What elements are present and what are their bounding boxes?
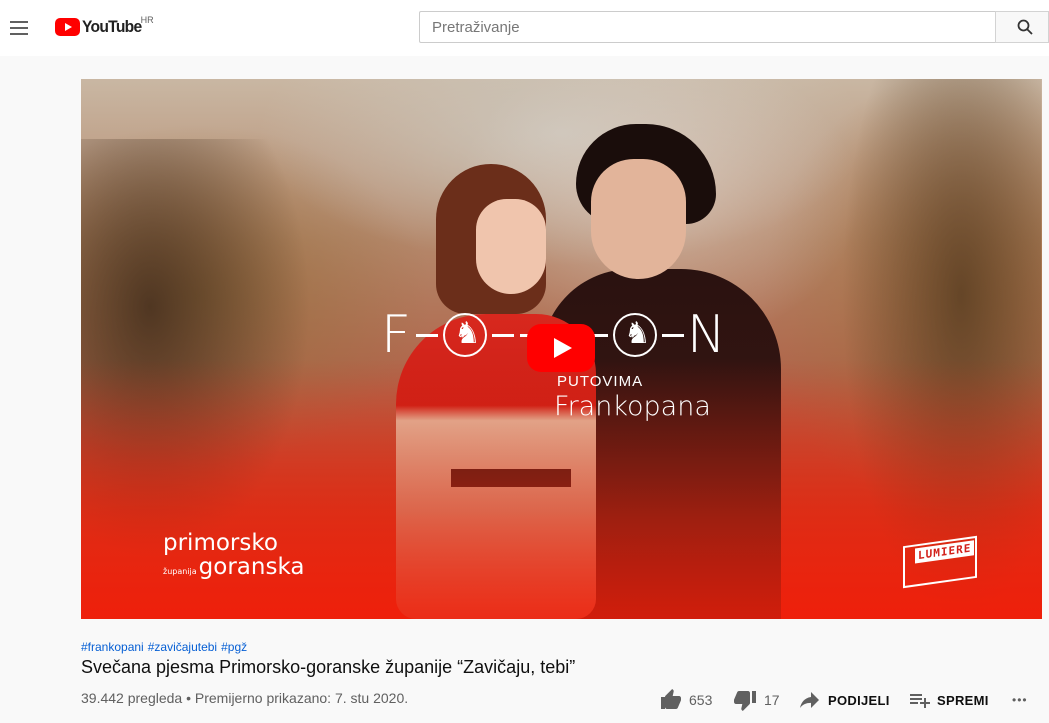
thumbs-down-icon: [734, 691, 756, 711]
lumiere-text: LUMIERE: [915, 540, 975, 564]
search-icon: [1017, 19, 1033, 35]
video-meta: 39.442 pregleda • Premijerno prikazano: …: [81, 690, 408, 706]
brand-left-line1: primorsko: [163, 530, 278, 556]
share-arrow-icon: [800, 692, 819, 708]
hamburger-menu-icon[interactable]: [8, 12, 32, 44]
thumbnail-subtitle-big: Frankopana: [554, 391, 711, 422]
view-count: 39.442 pregleda: [81, 690, 183, 706]
dislike-button[interactable]: 17: [733, 688, 780, 712]
primorsko-goranska-logo: primorsko županija goranska: [163, 531, 304, 579]
hashtag-link[interactable]: #frankopani: [81, 640, 144, 654]
playlist-add-icon: [910, 694, 930, 708]
search-button[interactable]: [995, 11, 1049, 43]
masthead: YouTube HR: [0, 0, 1049, 56]
brand-left-line2: goranska: [198, 554, 305, 580]
save-button[interactable]: SPREMI: [907, 688, 989, 712]
play-button-icon[interactable]: [527, 324, 595, 372]
premiere-date: Premijerno prikazano: 7. stu 2020.: [194, 690, 409, 706]
like-button[interactable]: 653: [659, 688, 712, 712]
thumbnail-subtitle-small: PUTOVIMA: [557, 373, 644, 390]
meta-separator: •: [186, 690, 191, 706]
logo-region-code: HR: [140, 15, 154, 25]
more-actions-icon[interactable]: •••: [1012, 688, 1028, 712]
search-input[interactable]: [432, 12, 982, 42]
logo-text: YouTube: [82, 17, 142, 36]
title-art-letter-right: N: [686, 305, 728, 365]
hashtag-link[interactable]: #pgž: [221, 640, 247, 654]
share-button[interactable]: PODIJELI: [797, 688, 890, 712]
like-count: 653: [689, 692, 713, 708]
share-label: PODIJELI: [828, 692, 890, 708]
lion-emblem-icon: [612, 309, 657, 359]
thumbs-up-icon: [661, 689, 681, 709]
search-box: [419, 11, 996, 43]
video-player[interactable]: F N PUTOVIMA Frankopana primorsko župani…: [81, 79, 1042, 619]
youtube-logo[interactable]: YouTube HR: [55, 15, 154, 40]
more-label: •••: [1012, 693, 1028, 707]
dislike-count: 17: [764, 692, 780, 708]
lion-emblem-icon: [442, 309, 487, 359]
title-art-letter-left: F: [381, 305, 413, 365]
hashtag-link[interactable]: #zavičajutebi: [148, 640, 217, 654]
brand-left-small: županija: [163, 567, 197, 576]
save-label: SPREMI: [937, 692, 989, 708]
youtube-play-logo-icon: [55, 18, 80, 36]
video-title: Svečana pjesma Primorsko-goranske župani…: [81, 657, 576, 677]
hashtags: #frankopani #zavičajutebi #pgž: [81, 640, 247, 654]
